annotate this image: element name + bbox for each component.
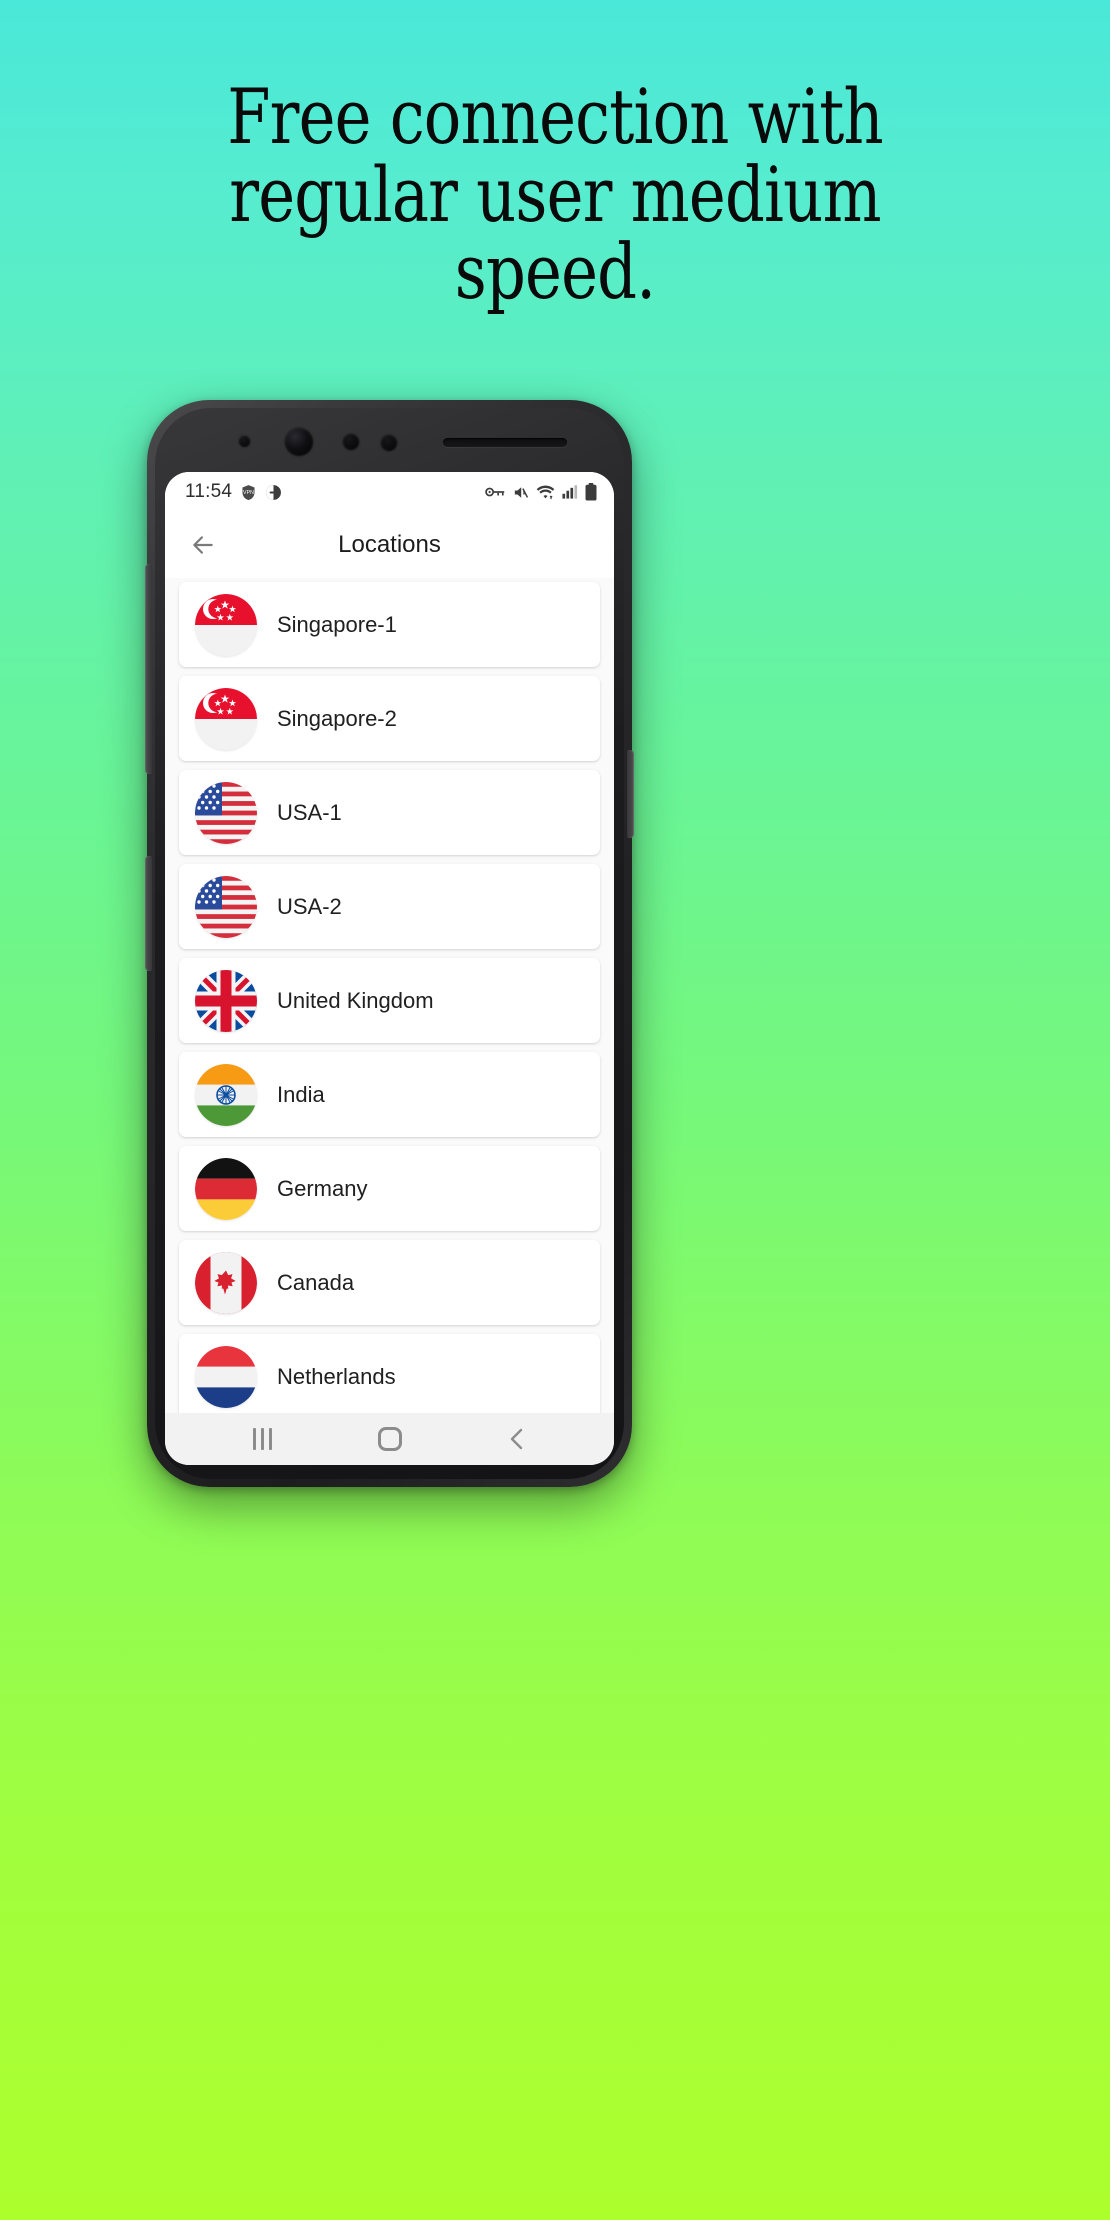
wifi-icon: [536, 484, 555, 501]
back-button[interactable]: [183, 525, 223, 565]
do-not-disturb-icon: [265, 484, 282, 501]
nav-back-button[interactable]: [487, 1419, 547, 1459]
svg-text:VPN: VPN: [243, 489, 254, 495]
list-item[interactable]: Canada: [179, 1240, 600, 1325]
location-name: United Kingdom: [277, 987, 434, 1013]
earpiece-speaker: [443, 438, 567, 447]
app-bar: Locations: [165, 512, 614, 578]
headline-line-1: Free connection with: [227, 72, 883, 161]
locations-list[interactable]: Singapore-1 Singapore-2 USA-1 USA-2 Unit…: [165, 578, 614, 1413]
android-nav-bar: [165, 1413, 614, 1465]
germany-flag-icon: [195, 1157, 257, 1220]
list-item[interactable]: USA-2: [179, 864, 600, 949]
location-name: Germany: [277, 1175, 368, 1201]
status-bar-left: 11:54 VPN: [185, 481, 282, 503]
list-item[interactable]: United Kingdom: [179, 958, 600, 1043]
list-item[interactable]: Singapore-2: [179, 676, 600, 761]
cellular-signal-icon: [562, 484, 578, 500]
location-name: Singapore-2: [277, 705, 397, 731]
back-arrow-icon: [193, 536, 213, 554]
list-item[interactable]: India: [179, 1052, 600, 1137]
home-icon: [377, 1427, 402, 1451]
status-bar-right: [485, 483, 597, 501]
netherlands-flag-icon: [195, 1345, 257, 1408]
vpn-shield-icon: VPN: [240, 484, 257, 501]
home-button[interactable]: [360, 1419, 420, 1459]
light-sensor-icon: [381, 435, 397, 451]
phone-mockup: 11:54 VPN Locations Singapore-1 Singapor…: [145, 400, 634, 1487]
recents-icon: [253, 1428, 272, 1450]
location-name: Netherlands: [277, 1363, 396, 1389]
phone-screen: 11:54 VPN Locations Singapore-1 Singapor…: [165, 472, 614, 1465]
location-name: India: [277, 1081, 325, 1107]
power-button[interactable]: [627, 750, 634, 838]
usa-flag-icon: [195, 875, 257, 938]
proximity-sensor-icon: [239, 436, 250, 447]
chevron-left-icon: [510, 1428, 522, 1450]
phone-top-bezel: [147, 414, 632, 470]
battery-icon: [585, 483, 597, 501]
usa-flag-icon: [195, 781, 257, 844]
page-title: Locations: [338, 531, 441, 558]
volume-muted-icon: [512, 484, 529, 501]
location-name: USA-2: [277, 893, 342, 919]
headline-line-3: speed.: [454, 227, 656, 317]
singapore-flag-icon: [195, 687, 257, 750]
status-time: 11:54: [185, 481, 233, 502]
status-bar: 11:54 VPN: [165, 472, 614, 512]
vpn-key-icon: [485, 484, 505, 500]
iris-sensor-icon: [343, 434, 359, 450]
list-item[interactable]: Germany: [179, 1146, 600, 1231]
list-item[interactable]: Singapore-1: [179, 582, 600, 667]
singapore-flag-icon: [195, 593, 257, 656]
recents-button[interactable]: [233, 1419, 293, 1459]
india-flag-icon: [195, 1063, 257, 1126]
volume-button[interactable]: [145, 564, 152, 774]
list-item[interactable]: USA-1: [179, 770, 600, 855]
united-kingdom-flag-icon: [195, 969, 257, 1032]
location-name: Singapore-1: [277, 611, 397, 637]
promo-headline: Free connection with regular user medium…: [100, 78, 1010, 311]
location-name: Canada: [277, 1269, 355, 1295]
bixby-button[interactable]: [145, 856, 152, 971]
canada-flag-icon: [195, 1251, 257, 1314]
headline-line-2: regular user medium: [229, 149, 881, 239]
list-item[interactable]: Netherlands: [179, 1334, 600, 1413]
location-name: USA-1: [277, 799, 342, 825]
front-camera-icon: [285, 428, 313, 456]
